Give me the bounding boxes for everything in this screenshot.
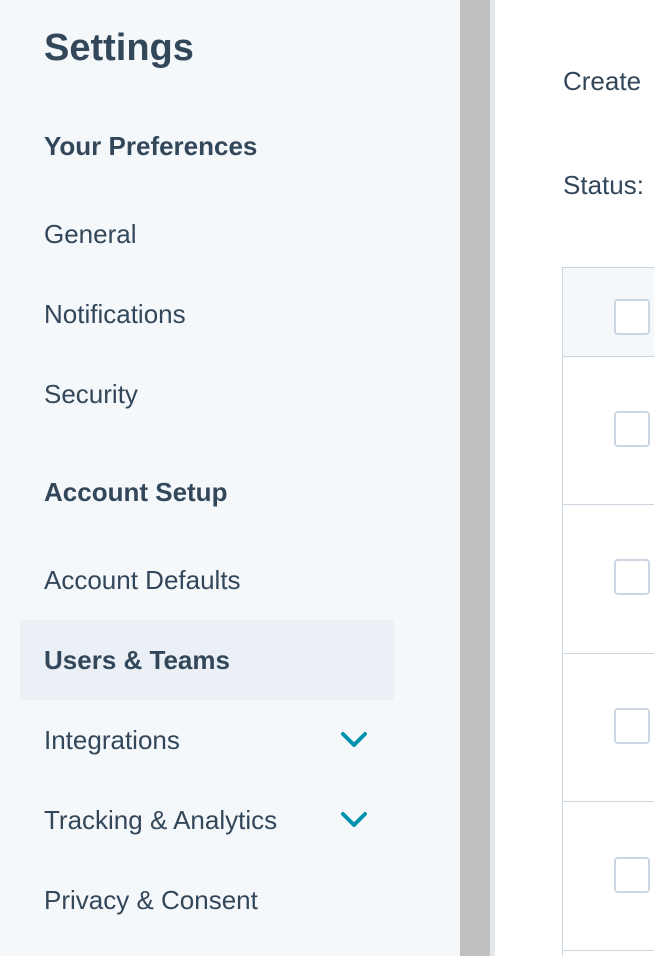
sidebar-item-security[interactable]: Security <box>20 354 394 434</box>
chevron-down-icon[interactable] <box>340 811 368 829</box>
users-table <box>562 267 654 956</box>
sidebar-item-tracking-analytics[interactable]: Tracking & Analytics <box>20 780 394 860</box>
sidebar-item-users-teams[interactable]: Users & Teams <box>20 620 394 700</box>
sidebar-item-account-defaults[interactable]: Account Defaults <box>20 540 394 620</box>
settings-app: Settings Your Preferences General Notifi… <box>0 0 654 956</box>
section-heading-account-setup: Account Setup <box>44 477 228 507</box>
sidebar-item-label: Tracking & Analytics <box>44 804 278 835</box>
main-content: Create Status: <box>495 0 654 956</box>
table-row <box>563 802 654 951</box>
status-filter-label: Status: <box>563 170 644 200</box>
sidebar-scrollbar[interactable] <box>460 0 492 956</box>
sidebar-item-general[interactable]: General <box>20 194 394 274</box>
sidebar-item-label: General <box>44 218 137 249</box>
table-row <box>563 356 654 505</box>
row-checkbox[interactable] <box>614 857 650 893</box>
sidebar-item-integrations[interactable]: Integrations <box>20 700 394 780</box>
sidebar-item-label: Integrations <box>44 724 180 755</box>
table-row <box>563 505 654 654</box>
sidebar-item-label: Privacy & Consent <box>44 884 258 915</box>
table-header <box>563 267 654 357</box>
table-row <box>563 653 654 802</box>
chevron-down-icon[interactable] <box>340 731 368 749</box>
select-all-checkbox[interactable] <box>614 299 650 335</box>
create-label[interactable]: Create <box>563 66 641 97</box>
settings-sidebar: Settings Your Preferences General Notifi… <box>0 0 460 956</box>
row-checkbox[interactable] <box>614 708 650 744</box>
sidebar-item-privacy-consent[interactable]: Privacy & Consent <box>20 860 394 940</box>
section-heading-your-preferences: Your Preferences <box>44 131 258 161</box>
row-checkbox[interactable] <box>614 411 650 447</box>
sidebar-item-notifications[interactable]: Notifications <box>20 274 394 354</box>
row-checkbox[interactable] <box>614 559 650 595</box>
sidebar-item-label: Account Defaults <box>44 564 241 595</box>
sidebar-item-label: Users & Teams <box>44 644 230 675</box>
sidebar-item-label: Security <box>44 378 138 409</box>
sidebar-item-label: Notifications <box>44 298 186 329</box>
page-title: Settings <box>44 27 194 69</box>
